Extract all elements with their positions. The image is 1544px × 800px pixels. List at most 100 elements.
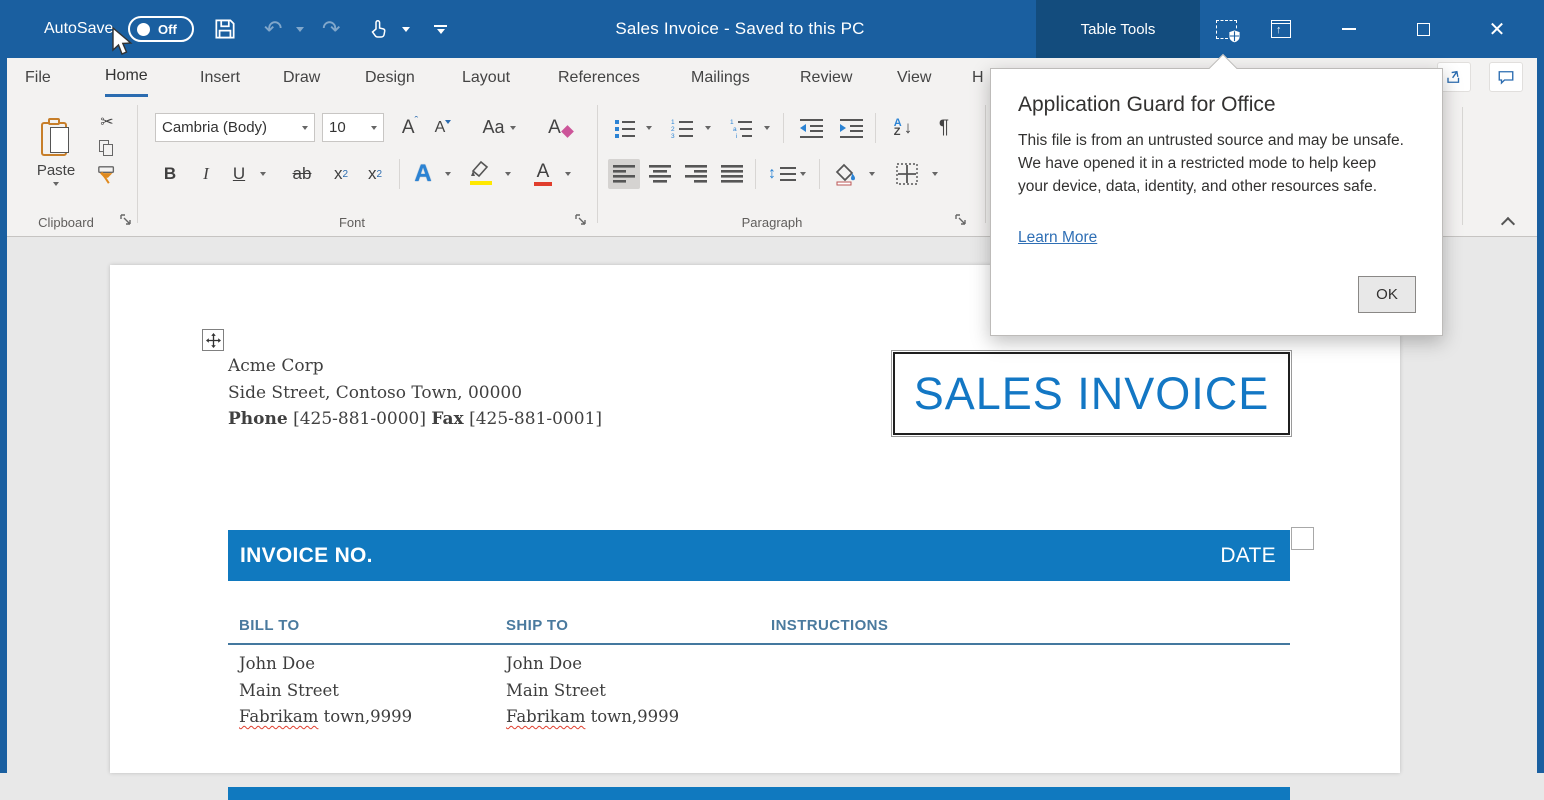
tab-file[interactable]: File: [25, 58, 51, 97]
multilevel-list-button[interactable]: 1ai: [724, 113, 758, 142]
invoice-header-bar[interactable]: INVOICE NO. DATE: [228, 530, 1290, 581]
svg-text:3: 3: [671, 133, 675, 138]
tab-insert[interactable]: Insert: [200, 58, 240, 97]
tab-home[interactable]: Home: [105, 58, 148, 97]
cut-button[interactable]: ✂: [95, 111, 119, 133]
application-guard-button[interactable]: [1206, 0, 1246, 58]
borders-dropdown[interactable]: [927, 159, 943, 189]
company-address: Side Street, Contoso Town, 00000: [228, 380, 602, 407]
font-name-combo[interactable]: Cambria (Body): [155, 113, 315, 142]
strikethrough-button[interactable]: ab: [285, 159, 319, 189]
window-border-right[interactable]: [1537, 58, 1544, 773]
align-left-button[interactable]: [608, 159, 640, 189]
svg-text:a: a: [733, 126, 737, 133]
bold-button[interactable]: B: [155, 159, 185, 189]
chevron-down-icon: [565, 172, 571, 176]
company-name: Acme Corp: [228, 353, 602, 380]
shading-button[interactable]: [829, 159, 863, 189]
invoice-title: SALES INVOICE: [914, 368, 1270, 420]
line-spacing-button[interactable]: ↕: [763, 159, 811, 189]
tab-help[interactable]: H: [972, 58, 984, 97]
tab-design[interactable]: Design: [365, 58, 415, 97]
bullets-dropdown[interactable]: [641, 113, 657, 142]
font-color-button[interactable]: A: [525, 159, 561, 189]
bullets-icon: [614, 118, 636, 138]
second-section-bar[interactable]: [228, 787, 1290, 800]
copy-button[interactable]: [95, 137, 119, 159]
font-dialog-launcher[interactable]: [575, 214, 589, 228]
clipboard-dialog-launcher[interactable]: [120, 214, 134, 228]
sort-icon: AZ: [894, 119, 902, 137]
change-case-button[interactable]: Aa: [473, 113, 525, 142]
text-effects-button[interactable]: A: [405, 159, 441, 189]
bullets-button[interactable]: [610, 113, 640, 142]
font-color-dropdown[interactable]: [561, 159, 575, 189]
decrease-indent-button[interactable]: [793, 113, 829, 142]
tab-layout[interactable]: Layout: [462, 58, 510, 97]
align-center-button[interactable]: [644, 159, 676, 189]
text-effects-dropdown[interactable]: [441, 159, 455, 189]
highlight-button[interactable]: [462, 159, 498, 189]
chevron-down-icon: [800, 172, 806, 176]
bold-icon: B: [164, 164, 176, 184]
grow-font-button[interactable]: Aˆ: [395, 113, 425, 142]
paragraph-dialog-launcher[interactable]: [955, 214, 969, 228]
tab-mailings[interactable]: Mailings: [691, 58, 750, 97]
collapse-ribbon-button[interactable]: [1498, 215, 1518, 229]
comments-button[interactable]: [1489, 62, 1523, 92]
tab-view[interactable]: View: [897, 58, 931, 97]
maximize-button[interactable]: [1400, 0, 1446, 58]
underline-dropdown[interactable]: [255, 159, 271, 189]
document-page[interactable]: Acme Corp Side Street, Contoso Town, 000…: [110, 265, 1400, 773]
tab-draw[interactable]: Draw: [283, 58, 320, 97]
shrink-font-button[interactable]: A: [428, 113, 458, 142]
table-tools-contextual-tab[interactable]: Table Tools: [1036, 0, 1200, 58]
increase-indent-button[interactable]: [833, 113, 869, 142]
multilevel-list-dropdown[interactable]: [759, 113, 775, 142]
chevron-down-icon: [505, 172, 511, 176]
superscript-button[interactable]: x2: [359, 159, 391, 189]
chevron-down-icon: [869, 172, 875, 176]
ok-button[interactable]: OK: [1358, 276, 1416, 313]
borders-button[interactable]: [889, 159, 925, 189]
minimize-button[interactable]: [1326, 0, 1372, 58]
paste-button[interactable]: Paste: [27, 105, 85, 201]
invoice-title-box[interactable]: SALES INVOICE: [893, 352, 1290, 435]
subscript-button[interactable]: x2: [325, 159, 357, 189]
grow-font-icon: A: [402, 117, 415, 139]
numbering-button[interactable]: 123: [665, 113, 699, 142]
font-size-value: 10: [329, 119, 346, 136]
font-size-combo[interactable]: 10: [322, 113, 384, 142]
tab-review[interactable]: Review: [800, 58, 852, 97]
column-rule: [228, 643, 1290, 645]
title-bar: AutoSave Off ↶ ↷ Sales Invoice - Saved t…: [0, 0, 1544, 58]
show-paragraph-marks-button[interactable]: ¶: [929, 113, 959, 142]
learn-more-link[interactable]: Learn More: [1018, 229, 1097, 247]
numbering-dropdown[interactable]: [700, 113, 716, 142]
clear-formatting-button[interactable]: A: [542, 113, 578, 142]
chevron-down-icon: [53, 182, 59, 186]
ribbon-display-options-icon: ↑: [1271, 20, 1291, 38]
close-button[interactable]: ✕: [1472, 0, 1522, 58]
highlight-dropdown[interactable]: [501, 159, 515, 189]
table-corner-cell[interactable]: [1291, 527, 1314, 550]
format-painter-button[interactable]: [93, 163, 121, 187]
clear-formatting-icon: A: [548, 117, 561, 139]
bill-to-address[interactable]: John Doe Main Street Fabrikam town,9999: [239, 651, 412, 731]
collapse-ribbon-icon: [1501, 217, 1515, 231]
underline-button[interactable]: U: [225, 159, 253, 189]
shading-dropdown[interactable]: [865, 159, 879, 189]
company-block[interactable]: Acme Corp Side Street, Contoso Town, 000…: [228, 353, 602, 433]
justify-button[interactable]: [716, 159, 748, 189]
invoice-no-label: INVOICE NO.: [240, 544, 373, 568]
line-spacing-icon: ↕: [768, 165, 776, 183]
align-right-button[interactable]: [680, 159, 712, 189]
ship-to-address[interactable]: John Doe Main Street Fabrikam town,9999: [506, 651, 679, 731]
italic-button[interactable]: I: [192, 159, 220, 189]
tab-references[interactable]: References: [558, 58, 640, 97]
ribbon-display-options-button[interactable]: ↑: [1260, 0, 1302, 58]
format-painter-icon: [96, 165, 118, 185]
font-group-label: Font: [307, 215, 397, 230]
sort-button[interactable]: AZ ↓: [883, 113, 923, 142]
table-move-handle[interactable]: [202, 329, 224, 351]
